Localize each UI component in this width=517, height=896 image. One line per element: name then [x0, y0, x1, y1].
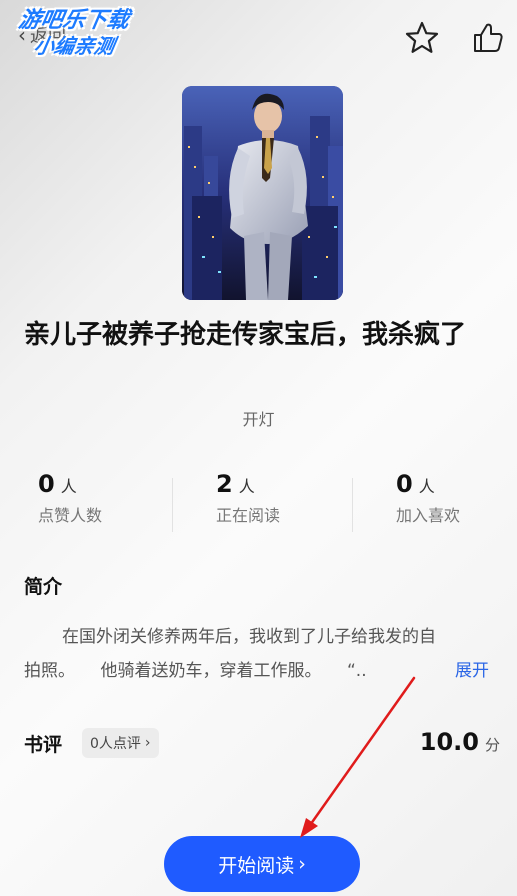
favorite-button[interactable] [404, 20, 440, 56]
review-count-label: 0人点评 [90, 736, 141, 752]
stat-likes-label: 点赞人数 [38, 506, 103, 525]
review-row: 书评 0人点评 › 10.0 分 [24, 728, 500, 762]
thumbs-up-icon [474, 23, 503, 52]
intro-text-line2: 拍照。 他骑着送奶车，穿着工作服。 “.. [24, 661, 367, 681]
stat-divider [352, 478, 353, 532]
stat-favorites-label: 加入喜欢 [396, 506, 461, 525]
stats-row: 0 人 点赞人数 2 人 正在阅读 0 人 加入喜欢 [0, 470, 517, 534]
chevron-right-icon: › [298, 853, 306, 875]
stat-favorites: 0 人 加入喜欢 [396, 470, 517, 534]
score-value: 10.0 [419, 728, 479, 756]
stat-reading-value: 2 [216, 470, 233, 498]
expand-intro-link[interactable]: 展开 [455, 654, 489, 688]
stat-likes-unit: 人 [60, 477, 77, 496]
watermark-line1: 游吧乐下载 [16, 8, 131, 33]
stat-divider [172, 478, 173, 532]
score: 10.0 分 [420, 728, 500, 756]
review-title: 书评 [24, 734, 63, 756]
review-count-button[interactable]: 0人点评 › [82, 728, 159, 758]
star-icon [405, 21, 439, 53]
like-button[interactable] [470, 20, 506, 56]
intro-heading: 简介 [24, 576, 63, 598]
author-name[interactable]: 开灯 [0, 406, 517, 430]
stat-likes-value: 0 [38, 470, 55, 498]
intro-text-line1: 在国外闭关修养两年后，我收到了儿子给我发的自 [62, 627, 436, 647]
stat-favorites-unit: 人 [418, 477, 435, 496]
score-unit: 分 [484, 736, 500, 754]
stat-reading-unit: 人 [238, 477, 255, 496]
watermark-logo: 游吧乐下载 小编亲测 [3, 8, 163, 64]
start-reading-label: 开始阅读 [218, 854, 295, 877]
chevron-right-icon: › [144, 735, 151, 751]
book-title: 亲儿子被养子抢走传家宝后，我杀疯了 [24, 320, 467, 350]
book-cover-image[interactable] [182, 86, 343, 300]
top-bar: ‹ 返回 游吧乐下载 小编亲测 [0, 0, 517, 80]
watermark-line2: 小编亲测 [32, 34, 117, 58]
stat-favorites-value: 0 [396, 470, 413, 498]
stat-reading: 2 人 正在阅读 [216, 470, 366, 534]
stat-reading-label: 正在阅读 [216, 506, 281, 525]
start-reading-button[interactable]: 开始阅读 › [164, 836, 360, 892]
stat-likes: 0 人 点赞人数 [38, 470, 188, 534]
